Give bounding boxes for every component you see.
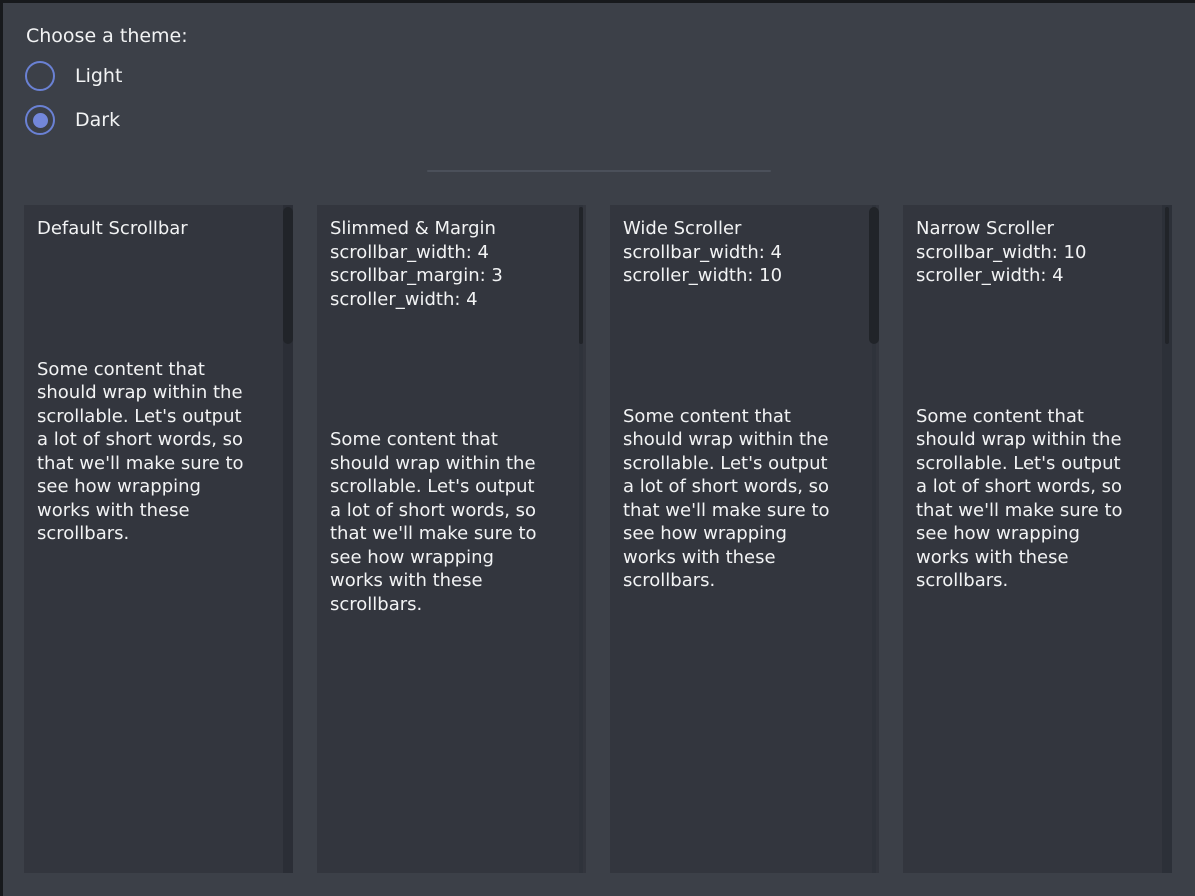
panel-title: Narrow Scroller [916, 217, 1154, 241]
panel-params: scrollbar_width: 4 scrollbar_margin: 3 s… [330, 241, 568, 312]
window-left-edge [0, 0, 3, 896]
radio-icon[interactable] [25, 105, 55, 135]
panel-content-text: Some content that should wrap within the… [916, 405, 1154, 593]
radio-icon[interactable] [25, 61, 55, 91]
window-top-edge [0, 0, 1195, 3]
scrollbar-thumb[interactable] [283, 207, 293, 344]
scrollbar-thumb[interactable] [579, 207, 583, 344]
radio-dot [33, 113, 48, 128]
panel-content-text: Some content that should wrap within the… [623, 405, 861, 593]
theme-chooser-label: Choose a theme: [26, 24, 188, 48]
panel-title: Default Scrollbar [37, 217, 275, 241]
panel-title: Slimmed & Margin [330, 217, 568, 241]
horizontal-rule [427, 170, 771, 172]
panel-wide-scroller[interactable]: Wide Scroller scrollbar_width: 4 scrolle… [610, 205, 879, 873]
radio-option-dark[interactable]: Dark [25, 105, 120, 135]
scrollbar-thumb[interactable] [869, 207, 879, 344]
panel-slimmed-margin[interactable]: Slimmed & Margin scrollbar_width: 4 scro… [317, 205, 586, 873]
radio-dot [33, 69, 48, 84]
panel-narrow-scroller[interactable]: Narrow Scroller scrollbar_width: 10 scro… [903, 205, 1172, 873]
panel-params: scrollbar_width: 10 scroller_width: 4 [916, 241, 1154, 288]
panel-title: Wide Scroller [623, 217, 861, 241]
radio-label: Dark [75, 105, 120, 135]
radio-option-light[interactable]: Light [25, 61, 122, 91]
panel-params: scrollbar_width: 4 scroller_width: 10 [623, 241, 861, 288]
panel-default-scrollbar[interactable]: Default Scrollbar Some content that shou… [24, 205, 293, 873]
scrollbar-thumb[interactable] [1165, 207, 1169, 344]
panel-content-text: Some content that should wrap within the… [37, 358, 275, 546]
radio-label: Light [75, 61, 122, 91]
panel-content-text: Some content that should wrap within the… [330, 428, 568, 616]
